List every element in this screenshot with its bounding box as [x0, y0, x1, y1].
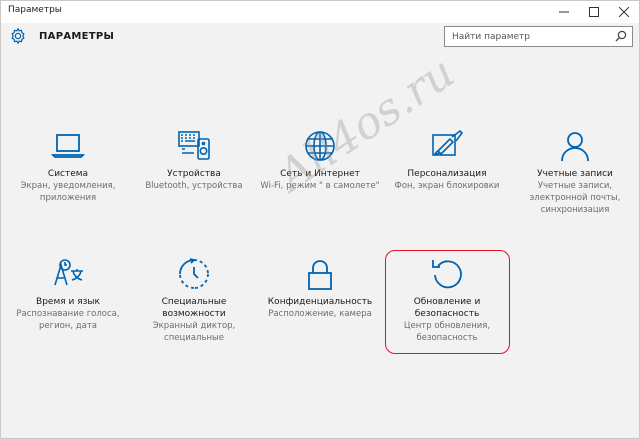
window-title: Параметры — [8, 5, 62, 15]
search-input[interactable] — [445, 27, 605, 46]
tile-name: Система — [47, 169, 89, 179]
tile-name: Конфиденциальность — [267, 297, 373, 307]
time-language-icon — [54, 259, 83, 286]
title-bar: Параметры — [1, 1, 639, 23]
tile-desc: Bluetooth, устройства — [145, 181, 243, 191]
tile-accessibility[interactable]: Специальные возможности Экранный диктор,… — [131, 257, 257, 344]
tile-personalization[interactable]: Персонализация Фон, экран блокировки — [384, 129, 510, 192]
tile-name: Персонализация — [407, 169, 487, 179]
tile-privacy[interactable]: Конфиденциальность Расположение, камера — [257, 257, 383, 320]
search-box[interactable] — [444, 26, 633, 47]
tile-desc: Фон, экран блокировки — [394, 181, 500, 191]
maximize-icon — [589, 7, 599, 17]
minimize-icon — [559, 11, 569, 13]
settings-header: ПАРАМЕТРЫ — [1, 23, 639, 53]
tile-desc: Расположение, камера — [268, 309, 372, 319]
tile-desc: Экранный диктор, специальные — [152, 321, 236, 343]
highlight-outline — [385, 250, 510, 354]
maximize-button[interactable] — [579, 1, 609, 23]
page-title: ПАРАМЕТРЫ — [39, 31, 115, 42]
user-icon — [561, 132, 589, 162]
tile-desc: Экран, уведомления, приложения — [20, 181, 116, 203]
tile-name: Устройства — [167, 169, 221, 179]
laptop-icon — [51, 134, 85, 158]
tile-accounts[interactable]: Учетные записи Учетные записи, электронн… — [512, 129, 638, 216]
minimize-button[interactable] — [549, 1, 579, 23]
paint-icon — [432, 129, 464, 156]
tile-name: Время и язык — [36, 297, 100, 307]
settings-window: Параметры ПАРАМЕТРЫ Найти параметр Систе… — [0, 0, 640, 439]
tile-desc: Распознавание голоса, регион, дата — [16, 309, 120, 331]
tile-system[interactable]: Система Экран, уведомления, приложения — [5, 129, 131, 204]
tile-devices[interactable]: Устройства Bluetooth, устройства — [131, 129, 257, 192]
gear-icon — [11, 27, 25, 45]
close-button[interactable] — [609, 1, 639, 23]
tile-name: Учетные записи — [537, 169, 613, 179]
search-icon[interactable] — [615, 30, 627, 42]
devices-icon — [178, 131, 210, 160]
ease-of-access-icon — [179, 258, 209, 289]
close-icon — [619, 7, 629, 17]
tile-name: Специальные возможности — [161, 297, 227, 319]
lock-icon — [308, 260, 332, 290]
tile-time-language[interactable]: Время и язык Распознавание голоса, регио… — [5, 257, 131, 332]
tile-desc: Учетные записи, электронной почты, синхр… — [529, 181, 621, 215]
